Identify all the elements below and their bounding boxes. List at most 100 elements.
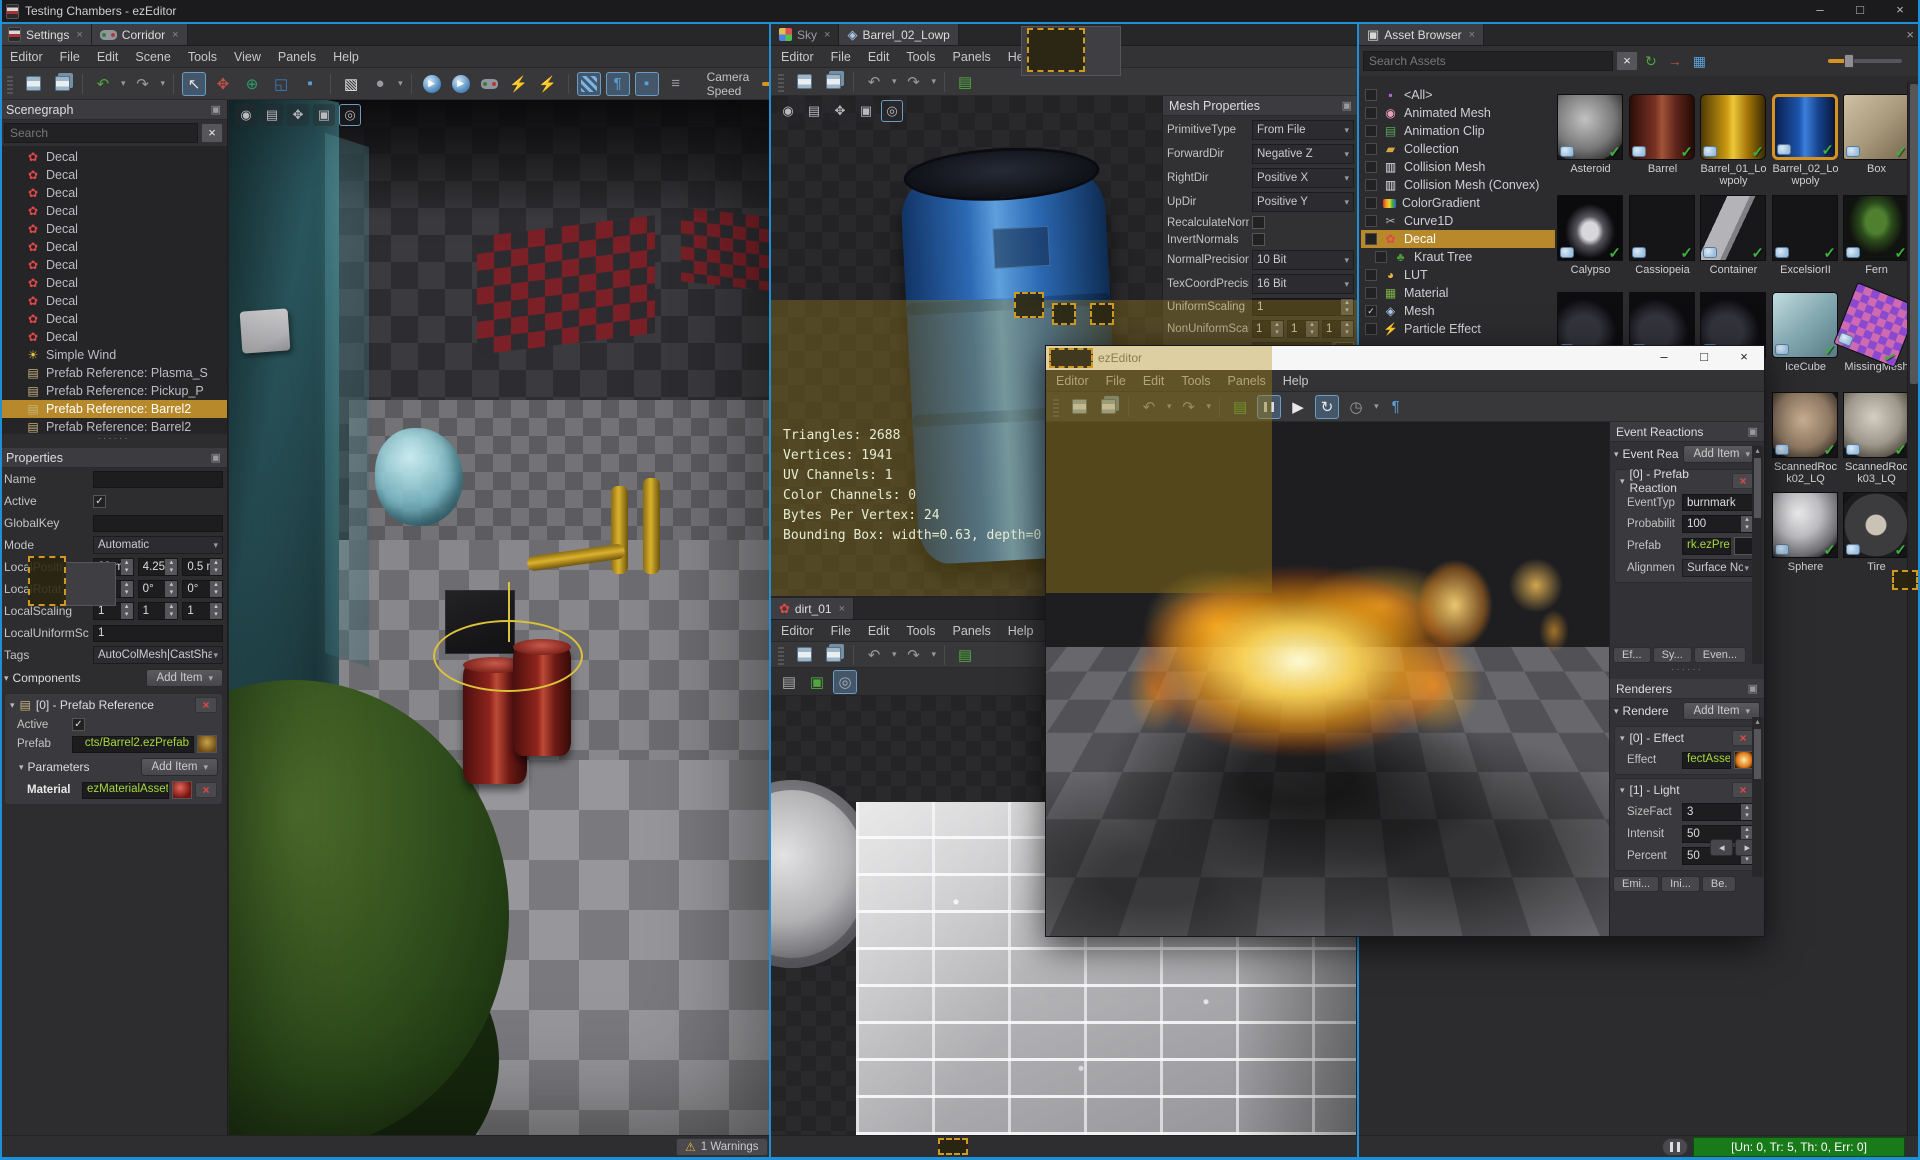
- close-tab-icon[interactable]: ×: [172, 29, 178, 41]
- export-cook-icon[interactable]: ⚡: [507, 72, 531, 96]
- tab-barrel02[interactable]: ◈ Barrel_02_Lowp: [839, 24, 959, 45]
- spinner-down-icon[interactable]: ▾: [125, 611, 129, 619]
- float-panel-icon[interactable]: ▣: [211, 451, 221, 464]
- panel-tab[interactable]: Ef...: [1613, 647, 1651, 663]
- screenshot-icon[interactable]: ▣: [313, 104, 335, 126]
- menu-tools[interactable]: Tools: [906, 50, 935, 64]
- asset-tile[interactable]: ✓ Calypso: [1557, 195, 1624, 276]
- snap-icon[interactable]: ▪: [298, 72, 322, 96]
- menu-panels[interactable]: Panels: [278, 50, 316, 64]
- scenegraph-item[interactable]: ✿ Decal: [0, 328, 227, 346]
- spinner-down-icon[interactable]: ▾: [170, 611, 174, 619]
- sizefactor-spinner[interactable]: 3 ▴ ▾: [1682, 803, 1754, 821]
- redo-caret-icon[interactable]: ▾: [161, 78, 166, 89]
- mode-select[interactable]: Automatic ▾: [93, 536, 223, 554]
- spinner-up-icon[interactable]: ▴: [170, 603, 174, 611]
- collapse-icon[interactable]: ▾: [1614, 449, 1619, 460]
- scenegraph-item[interactable]: ▤ Prefab Reference: Barrel2: [0, 400, 227, 418]
- tab-settings[interactable]: Settings ×: [0, 24, 92, 45]
- close-tab-icon[interactable]: ×: [824, 29, 830, 41]
- asset-tile[interactable]: ✓ Barrel_02_Lowpoly: [1772, 94, 1839, 187]
- asset-tile[interactable]: ✓ IceCube: [1772, 292, 1839, 373]
- toolbar-grip[interactable]: [778, 644, 784, 665]
- menu-edit[interactable]: Edit: [868, 50, 890, 64]
- prefab-thumbnail-button[interactable]: [1734, 537, 1754, 555]
- float-panel-icon[interactable]: ▣: [1748, 425, 1758, 438]
- visualizers-toggle-icon[interactable]: ¶: [605, 71, 630, 96]
- layers-icon[interactable]: ▤: [803, 100, 825, 122]
- menu-editor[interactable]: Editor: [781, 624, 814, 638]
- save-all-icon[interactable]: [821, 643, 845, 667]
- renderers-header[interactable]: Renderers ▣: [1610, 679, 1764, 699]
- scenegraph-item[interactable]: ▤ Prefab Reference: Pickup_P: [0, 382, 227, 400]
- render-mode-sphere-icon[interactable]: ●: [368, 72, 392, 96]
- selection-gizmo[interactable]: [433, 582, 583, 692]
- position-y-spinner[interactable]: 4.25 ▴ ▾: [137, 558, 179, 576]
- scenegraph-item[interactable]: ✿ Decal: [0, 202, 227, 220]
- undo-icon[interactable]: ↶: [862, 70, 886, 94]
- scrollbar[interactable]: ▴: [1752, 446, 1763, 664]
- camera-icon[interactable]: ◎: [881, 100, 903, 122]
- asset-tile[interactable]: ✓ Box: [1843, 94, 1910, 175]
- menu-edit[interactable]: Edit: [97, 50, 119, 64]
- save-icon[interactable]: [792, 643, 816, 667]
- particle-editor-window[interactable]: ezEditor – □ × EditorFileEditToolsPanels…: [1045, 345, 1765, 937]
- spinner-up-icon[interactable]: ▴: [170, 559, 174, 567]
- collapse-icon[interactable]: ▾: [1614, 706, 1619, 717]
- asset-tile[interactable]: ✓ MissingMesh: [1833, 282, 1919, 373]
- collapse-icon[interactable]: ▾: [10, 700, 15, 711]
- globalkey-field[interactable]: [93, 514, 223, 532]
- menu-help[interactable]: Help: [1008, 624, 1034, 638]
- add-component-button[interactable]: Add Item ▾: [146, 669, 223, 687]
- tab-dirt01[interactable]: ✿ dirt_01 ×: [771, 598, 855, 619]
- spinner-up-icon[interactable]: ▴: [125, 559, 129, 567]
- eye-icon[interactable]: ◉: [777, 100, 799, 122]
- scenegraph-item[interactable]: ✿ Decal: [0, 148, 227, 166]
- mesh-properties-header[interactable]: Mesh Properties ▣: [1163, 96, 1358, 116]
- render-mode-caret-icon[interactable]: ▾: [398, 78, 403, 89]
- menu-file[interactable]: File: [60, 50, 80, 64]
- redo-caret-icon[interactable]: ▾: [932, 76, 937, 87]
- add-renderer-button[interactable]: Add Item ▾: [1683, 702, 1760, 720]
- spinner-down-icon[interactable]: ▾: [214, 611, 218, 619]
- float-panel-icon[interactable]: ▣: [1748, 682, 1758, 695]
- warnings-button[interactable]: ⚠ 1 Warnings: [676, 1138, 768, 1156]
- collapse-icon[interactable]: ▾: [19, 762, 24, 773]
- spinner-down-icon[interactable]: ▾: [214, 567, 218, 575]
- sim-speed-caret-icon[interactable]: ▾: [1374, 401, 1379, 412]
- menu-panels[interactable]: Panels: [953, 624, 991, 638]
- remove-effect-button[interactable]: ×: [1732, 730, 1754, 746]
- collapse-icon[interactable]: ▾: [1620, 733, 1625, 744]
- save-all-icon[interactable]: [821, 70, 845, 94]
- prefab-asset-field[interactable]: cts/Barrel2.ezPrefab: [72, 735, 194, 753]
- spinner-down-icon[interactable]: ▾: [125, 589, 129, 597]
- undo-icon[interactable]: ↶: [862, 643, 886, 667]
- spinner-down-icon[interactable]: ▾: [170, 567, 174, 575]
- property-checkbox[interactable]: [1252, 216, 1265, 229]
- collapse-icon[interactable]: ▾: [4, 673, 9, 684]
- collapse-icon[interactable]: ▾: [1620, 476, 1625, 487]
- asset-tile[interactable]: ✓ ExcelsiorII: [1772, 195, 1839, 276]
- event-reactions-header[interactable]: Event Reactions ▣: [1610, 422, 1764, 442]
- uniform-scale-field[interactable]: [93, 624, 223, 642]
- spinner-down-icon[interactable]: ▾: [170, 589, 174, 597]
- scenegraph-item[interactable]: ▤ Prefab Reference: Plasma_S: [0, 364, 227, 382]
- menu-view[interactable]: View: [234, 50, 261, 64]
- menu-editor[interactable]: Editor: [781, 50, 814, 64]
- scenegraph-search-input[interactable]: [4, 123, 198, 143]
- asset-tile[interactable]: ✓ Asteroid: [1557, 94, 1624, 175]
- minimize-button[interactable]: –: [1800, 0, 1840, 22]
- property-select[interactable]: Positive Y ▾: [1252, 192, 1354, 212]
- asset-tile[interactable]: ✓ Barrel: [1629, 94, 1696, 175]
- tags-select[interactable]: AutoColMesh|CastShadow▾: [93, 646, 223, 664]
- asset-tile[interactable]: ✓ Barrel_01_Lowpoly: [1700, 94, 1767, 187]
- remove-material-button[interactable]: ×: [195, 782, 217, 798]
- scene-viewport-3d[interactable]: ◉ ▤ ✥ ▣ ◎: [229, 100, 769, 1135]
- asset-tile[interactable]: ✓ Fern: [1843, 195, 1910, 276]
- pause-transform-button[interactable]: [1662, 1138, 1688, 1156]
- export-asset-icon[interactable]: ▤: [953, 70, 977, 94]
- spinner-up-icon[interactable]: ▴: [1745, 516, 1749, 524]
- layers-icon[interactable]: ≡: [664, 72, 688, 96]
- undo-icon[interactable]: ↶: [91, 72, 115, 96]
- menu-help[interactable]: Help: [333, 50, 359, 64]
